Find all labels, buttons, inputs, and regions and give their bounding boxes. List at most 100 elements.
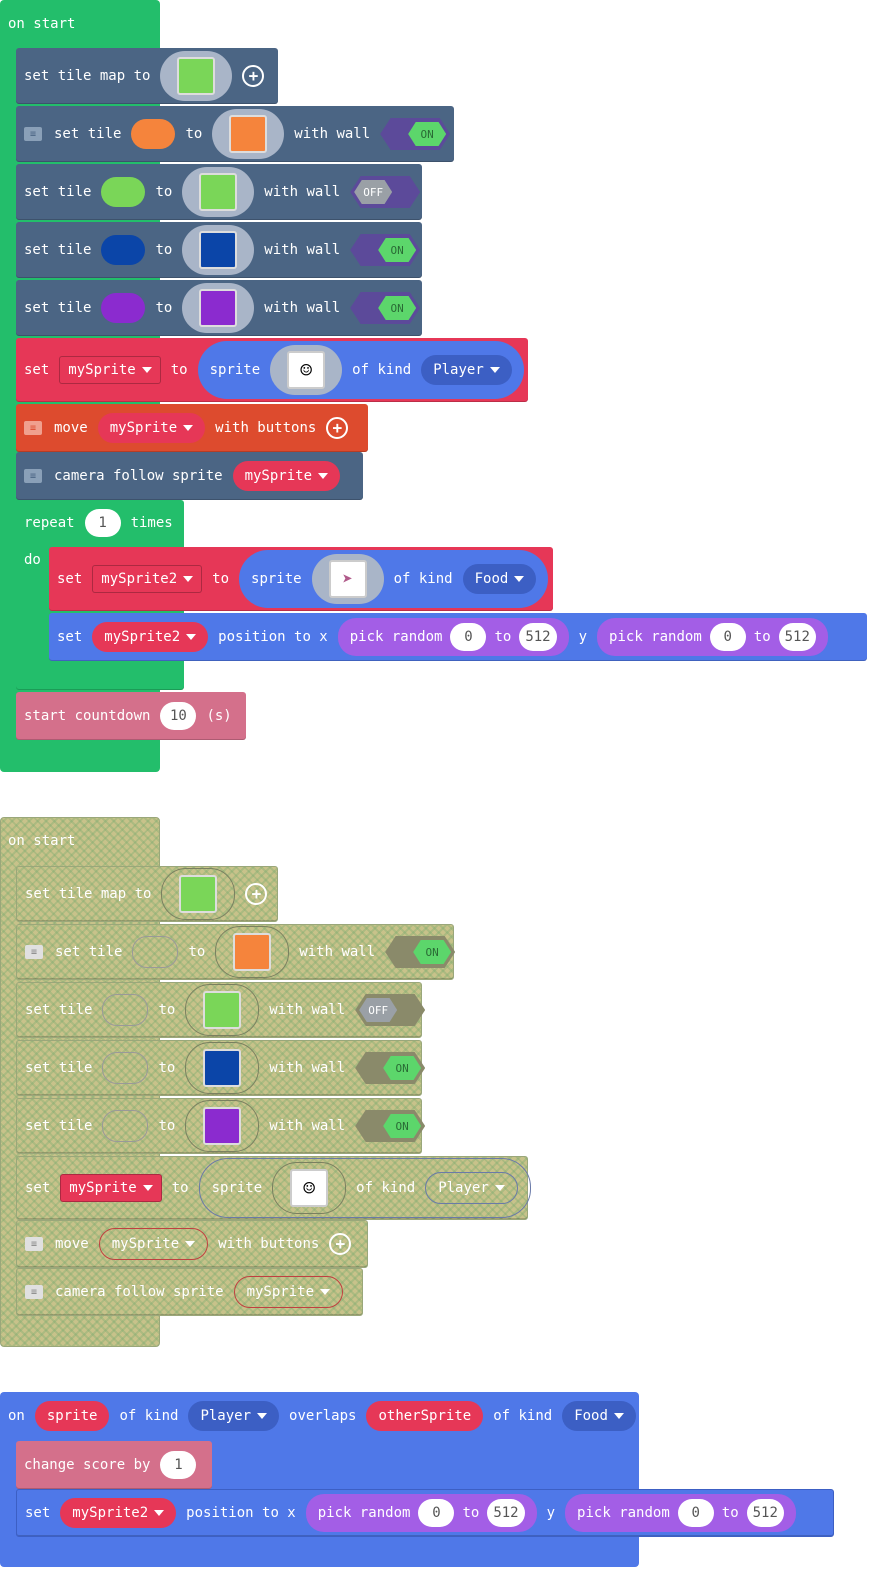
camera-follow-block[interactable]: ≡ camera follow sprite mySprite	[16, 452, 363, 500]
sprite-create-block[interactable]: sprite ➤ of kind Food	[239, 550, 549, 608]
tile-color-slot[interactable]	[102, 994, 149, 1026]
random-max-input[interactable]: 512	[519, 623, 557, 651]
on-start-label: on start	[8, 16, 76, 32]
expand-plus-icon[interactable]: +	[326, 417, 349, 439]
sprite-image-slot[interactable]: ☺	[272, 1162, 347, 1214]
comment-icon[interactable]: ≡	[25, 1285, 43, 1299]
tile-color-slot[interactable]	[102, 1110, 149, 1142]
set-tile-block-3[interactable]: set tile to with wall ON	[16, 222, 422, 278]
tile-image-slot[interactable]	[185, 1042, 260, 1094]
wall-toggle[interactable]: ON	[350, 234, 421, 266]
comment-icon[interactable]: ≡	[25, 1237, 43, 1251]
kind-dropdown[interactable]: Food	[462, 564, 537, 594]
set-position-block[interactable]: set mySprite2 position to x pick random …	[49, 613, 867, 661]
variable-dropdown[interactable]: mySprite2	[60, 1498, 177, 1528]
set-tile-block-1[interactable]: ≡ set tile to with wall ON	[16, 106, 454, 162]
variable-dropdown[interactable]: mySprite2	[92, 565, 203, 593]
variable-dropdown[interactable]: mySprite2	[92, 622, 209, 652]
wall-toggle[interactable]: OFF	[350, 176, 421, 208]
set-sprite-block[interactable]: set mySprite to sprite ☺ of kind Player	[16, 1156, 531, 1220]
kind-dropdown[interactable]: Player	[421, 355, 512, 385]
set-tile-block-4[interactable]: set tile to with wall ON	[16, 1098, 426, 1154]
tile-image-slot[interactable]	[215, 926, 290, 978]
random-max-input[interactable]: 512	[778, 623, 816, 651]
move-with-buttons-block[interactable]: ≡ move mySprite with buttons +	[16, 1220, 368, 1268]
pick-random-x[interactable]: pick random 0 to 512	[305, 1494, 537, 1532]
variable-dropdown[interactable]: mySprite	[59, 356, 161, 384]
random-min-input[interactable]: 0	[677, 1499, 714, 1527]
variable-dropdown[interactable]: mySprite	[98, 1228, 209, 1260]
set-tilemap-block[interactable]: set tile map to +	[16, 866, 278, 922]
random-min-input[interactable]: 0	[709, 623, 746, 651]
pick-random-y[interactable]: pick random 0 to 512	[565, 1494, 796, 1532]
pick-random-x[interactable]: pick random 0 to 512	[337, 618, 569, 656]
sprite-image-slot[interactable]: ☺	[270, 345, 343, 395]
wall-toggle[interactable]: ON	[380, 118, 451, 150]
tilemap-image-slot[interactable]	[161, 868, 236, 920]
variable-dropdown[interactable]: mySprite	[232, 461, 341, 491]
tilemap-thumbnail-icon	[177, 57, 216, 95]
tile-image-slot[interactable]	[185, 984, 260, 1036]
of-kind-label: of kind	[352, 362, 412, 378]
set-tile-block-2[interactable]: set tile to with wall OFF	[16, 982, 426, 1038]
change-score-block[interactable]: change score by 1	[16, 1441, 212, 1489]
tile-color-purple[interactable]	[101, 293, 146, 323]
kind-dropdown[interactable]: Food	[562, 1401, 636, 1431]
kind-dropdown[interactable]: Player	[188, 1401, 280, 1431]
comment-icon[interactable]: ≡	[25, 945, 43, 959]
tilemap-image-slot[interactable]	[160, 51, 233, 101]
sprite-image-slot[interactable]: ➤	[311, 554, 384, 604]
pick-random-y[interactable]: pick random 0 to 512	[597, 618, 828, 656]
score-input[interactable]: 1	[160, 1451, 197, 1479]
variable-dropdown[interactable]: mySprite	[233, 1276, 344, 1308]
wall-toggle[interactable]: ON	[385, 936, 456, 968]
set-tile-block-1[interactable]: ≡ set tile to with wall ON	[16, 924, 456, 980]
random-max-input[interactable]: 512	[487, 1499, 525, 1527]
sprite-create-block[interactable]: sprite ☺ of kind Player	[198, 1158, 531, 1218]
set-sprite2-block[interactable]: set mySprite2 to sprite ➤ of kind Food	[49, 547, 553, 611]
tile-color-green[interactable]	[101, 177, 146, 207]
tile-image-slot[interactable]	[182, 225, 255, 275]
tile-image-slot[interactable]	[185, 1100, 260, 1152]
set-position-block[interactable]: set mySprite2 position to x pick random …	[16, 1489, 834, 1537]
tile-image-icon	[229, 115, 268, 153]
expand-plus-icon[interactable]: +	[242, 65, 265, 87]
tile-color-orange[interactable]	[131, 119, 176, 149]
sprite-param[interactable]: sprite	[34, 1401, 110, 1431]
sprite-create-block[interactable]: sprite ☺ of kind Player	[197, 341, 524, 399]
kind-dropdown[interactable]: Player	[425, 1172, 518, 1204]
tile-color-slot[interactable]	[102, 1052, 149, 1084]
camera-follow-block[interactable]: ≡ camera follow sprite mySprite	[16, 1268, 363, 1316]
random-max-input[interactable]: 512	[746, 1499, 784, 1527]
wall-toggle[interactable]: ON	[355, 1110, 426, 1142]
variable-dropdown[interactable]: mySprite	[97, 413, 206, 443]
set-tile-block-4[interactable]: set tile to with wall ON	[16, 280, 422, 336]
wall-toggle[interactable]: ON	[355, 1052, 426, 1084]
set-tile-block-2[interactable]: set tile to with wall OFF	[16, 164, 422, 220]
random-min-input[interactable]: 0	[418, 1499, 455, 1527]
tile-image-slot[interactable]	[182, 167, 255, 217]
tile-image-slot[interactable]	[182, 283, 255, 333]
set-tile-block-3[interactable]: set tile to with wall ON	[16, 1040, 426, 1096]
random-min-input[interactable]: 0	[450, 623, 487, 651]
variable-dropdown[interactable]: mySprite	[60, 1174, 162, 1202]
comment-icon[interactable]: ≡	[24, 127, 42, 141]
tile-color-slot[interactable]	[132, 936, 179, 968]
set-tilemap-block[interactable]: set tile map to +	[16, 48, 278, 104]
wall-toggle[interactable]: ON	[350, 292, 421, 324]
expand-plus-icon[interactable]: +	[245, 883, 268, 905]
countdown-input[interactable]: 10	[160, 702, 197, 730]
move-with-buttons-block[interactable]: ≡ move mySprite with buttons +	[16, 404, 368, 452]
expand-plus-icon[interactable]: +	[329, 1233, 352, 1255]
comment-icon[interactable]: ≡	[24, 469, 42, 483]
start-countdown-block[interactable]: start countdown 10 (s)	[16, 692, 246, 740]
set-sprite-block[interactable]: set mySprite to sprite ☺ of kind Player	[16, 338, 528, 402]
tile-image-slot[interactable]	[212, 109, 285, 159]
repeat-count-input[interactable]: 1	[84, 509, 121, 537]
comment-icon[interactable]: ≡	[24, 421, 42, 435]
times-label: times	[130, 515, 173, 531]
wall-toggle[interactable]: OFF	[355, 994, 426, 1026]
other-sprite-param[interactable]: otherSprite	[366, 1401, 484, 1431]
set-tilemap-label: set tile map to	[24, 68, 151, 84]
tile-color-blue[interactable]	[101, 235, 146, 265]
